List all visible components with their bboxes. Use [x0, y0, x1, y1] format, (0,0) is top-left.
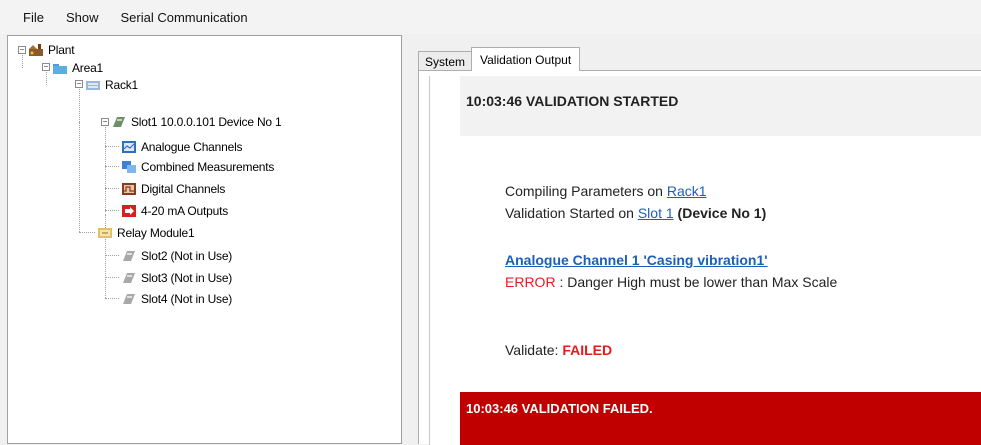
tree-line — [105, 255, 119, 256]
plant-icon — [28, 43, 44, 57]
device-tree[interactable]: − − − − Plant Area1 Rack1 Slot1 10.0.0.1… — [7, 35, 402, 444]
tree-item-combined-measurements[interactable]: Combined Measurements — [121, 159, 274, 175]
tree-line — [105, 124, 106, 212]
tree-label-slot4: Slot4 (Not in Use) — [141, 292, 233, 306]
tree-item-4-20ma-outputs[interactable]: 4-20 mA Outputs — [121, 203, 228, 219]
compiling-prefix: Compiling Parameters on — [505, 183, 667, 199]
tree-line — [79, 232, 95, 233]
validation-output-panel: 10:03:46 VALIDATION STARTED Compiling Pa… — [418, 70, 981, 445]
error-line: ERROR : Danger High must be lower than M… — [505, 274, 837, 290]
tree-label-relay-module: Relay Module1 — [117, 226, 195, 240]
collapse-area-toggle[interactable]: − — [42, 63, 50, 71]
relay-module-icon — [97, 226, 113, 240]
menu-file[interactable]: File — [23, 10, 44, 25]
tree-line — [105, 277, 119, 278]
validation-log[interactable]: 10:03:46 VALIDATION STARTED Compiling Pa… — [429, 76, 981, 445]
validate-status: FAILED — [562, 342, 613, 358]
tree-label-slot3: Slot3 (Not in Use) — [141, 271, 233, 285]
started-line: Validation Started on Slot 1 (Device No … — [505, 205, 766, 221]
tree-line — [105, 188, 119, 189]
folder-icon — [52, 61, 68, 75]
tree-label-slot1: Slot1 10.0.0.101 Device No 1 — [131, 115, 282, 129]
tree-item-slot3[interactable]: Slot3 (Not in Use) — [121, 270, 232, 286]
tab-system[interactable]: System — [418, 51, 473, 71]
collapse-rack-toggle[interactable]: − — [75, 80, 83, 88]
tree-line — [105, 146, 119, 147]
tree-line — [79, 122, 80, 232]
tree-item-rack[interactable]: Rack1 — [85, 77, 138, 93]
slot1-link[interactable]: Slot 1 — [638, 205, 674, 221]
tab-validation-output[interactable]: Validation Output — [471, 47, 581, 71]
error-separator: : — [555, 274, 568, 290]
tree-item-slot1[interactable]: Slot1 10.0.0.101 Device No 1 — [111, 114, 282, 130]
tree-line — [105, 298, 119, 299]
started-prefix: Validation Started on — [505, 205, 638, 221]
tree-label-rack: Rack1 — [105, 78, 139, 92]
tree-item-slot2[interactable]: Slot2 (Not in Use) — [121, 248, 232, 264]
tree-item-slot4[interactable]: Slot4 (Not in Use) — [121, 291, 232, 307]
slot-unused-icon — [121, 249, 137, 263]
error-label: ERROR — [505, 274, 556, 290]
collapse-slot1-toggle[interactable]: − — [101, 118, 109, 126]
rack-icon — [85, 78, 101, 92]
tree-item-digital-channels[interactable]: Digital Channels — [121, 181, 225, 197]
menu-bar: File Show Serial Communication — [0, 0, 981, 34]
compiling-line: Compiling Parameters on Rack1 — [505, 183, 707, 199]
digital-channels-icon — [121, 182, 137, 196]
tree-line — [105, 166, 119, 167]
tree-label-area: Area1 — [72, 61, 104, 75]
tree-label-digital-channels: Digital Channels — [141, 182, 226, 196]
output-pane: System Validation Output 10:03:46 VALIDA… — [410, 35, 981, 445]
tree-item-analogue-channels[interactable]: Analogue Channels — [121, 139, 243, 155]
slot-unused-icon — [121, 271, 137, 285]
started-device: (Device No 1) — [673, 205, 767, 221]
tree-item-plant[interactable]: Plant — [28, 42, 75, 58]
output-arrow-icon — [121, 204, 137, 218]
rack1-link[interactable]: Rack1 — [667, 183, 707, 199]
tab-strip: System Validation Output — [418, 47, 581, 71]
tree-item-area[interactable]: Area1 — [52, 60, 103, 76]
tree-label-slot2: Slot2 (Not in Use) — [141, 249, 233, 263]
analogue-channel-link[interactable]: Analogue Channel 1 'Casing vibration1' — [505, 252, 768, 268]
slot-module-icon — [111, 115, 127, 129]
tree-item-relay-module[interactable]: Relay Module1 — [97, 225, 195, 241]
tree-label-plant: Plant — [48, 43, 75, 57]
tree-line — [105, 210, 119, 211]
combined-measurements-icon — [121, 160, 137, 174]
tree-label-4-20ma-outputs: 4-20 mA Outputs — [141, 204, 229, 218]
analogue-channels-icon — [121, 140, 137, 154]
validate-line: Validate: FAILED — [505, 342, 612, 358]
collapse-plant-toggle[interactable]: − — [18, 46, 26, 54]
error-message: Danger High must be lower than Max Scale — [567, 274, 838, 290]
tree-label-combined-measurements: Combined Measurements — [141, 160, 275, 174]
menu-show[interactable]: Show — [66, 10, 99, 25]
validation-started-header: 10:03:46 VALIDATION STARTED — [466, 93, 679, 109]
menu-serial-communication[interactable]: Serial Communication — [120, 10, 247, 25]
validation-failed-footer: 10:03:46 VALIDATION FAILED. — [466, 401, 653, 416]
tree-line — [79, 84, 80, 122]
tree-label-analogue-channels: Analogue Channels — [141, 140, 243, 154]
failure-band: 10:03:46 VALIDATION FAILED. — [460, 392, 981, 445]
validate-label: Validate: — [505, 342, 563, 358]
slot-unused-icon — [121, 292, 137, 306]
